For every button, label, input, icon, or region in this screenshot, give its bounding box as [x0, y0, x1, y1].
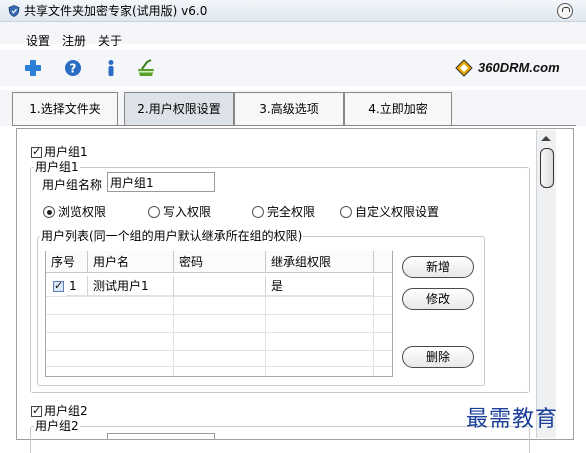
tab-select-folder[interactable]: 1.选择文件夹 [12, 92, 118, 126]
group-name-label: 用户组名称 [42, 178, 103, 192]
group2-box [30, 426, 530, 453]
table-row-divider [46, 296, 392, 297]
column-header-inherit[interactable]: 继承组权限 [266, 251, 374, 273]
watermark-text: 最需教育 [466, 407, 559, 432]
radio-browse-permission[interactable] [43, 206, 55, 218]
table-col-divider [173, 296, 174, 376]
window-title: 共享文件夹加密专家(试用版) v6.0 [24, 4, 208, 18]
radio-write-label: 写入权限 [163, 205, 212, 219]
table-col-divider [265, 296, 266, 376]
help-icon[interactable]: ? [64, 59, 82, 77]
add-icon[interactable] [24, 59, 42, 77]
tab-advanced-options[interactable]: 3.高级选项 [234, 92, 344, 126]
table-col-divider [373, 296, 374, 376]
column-header-no[interactable]: 序号 [46, 251, 88, 273]
user-list-legend: 用户列表(同一个组的用户默认继承所在组的权限) [40, 229, 304, 243]
group2-checkbox-label: 用户组2 [44, 404, 88, 418]
svg-text:?: ? [70, 62, 77, 76]
window-control-button[interactable] [557, 3, 573, 19]
radio-write-permission[interactable] [148, 206, 160, 218]
radio-browse-label: 浏览权限 [58, 205, 107, 219]
edit-user-button[interactable]: 修改 [402, 288, 474, 310]
group2-name-input[interactable] [107, 433, 215, 439]
table-cell-password [174, 276, 266, 296]
menu-item-about[interactable]: 关于 [98, 34, 122, 48]
table-cell-no: 1 [66, 276, 88, 296]
group1-checkbox[interactable] [31, 145, 42, 158]
info-icon[interactable] [102, 59, 120, 77]
tab-divider [12, 125, 576, 126]
group1-checkbox-label: 用户组1 [44, 145, 88, 159]
menu-bar [0, 22, 586, 44]
radio-custom-permission[interactable] [340, 206, 352, 218]
table-row-divider [46, 332, 392, 333]
scroll-up-icon[interactable] [541, 136, 551, 141]
scroll-thumb[interactable] [540, 148, 554, 188]
brand-logo: 360DRM.com [478, 60, 560, 75]
cleanup-icon[interactable] [137, 59, 155, 77]
row-checkbox[interactable] [53, 279, 64, 292]
column-header-username[interactable]: 用户名 [88, 251, 174, 273]
menu-item-register[interactable]: 注册 [62, 34, 86, 48]
radio-full-label: 完全权限 [267, 205, 316, 219]
tab-encrypt-now[interactable]: 4.立即加密 [344, 92, 452, 126]
menu-item-settings[interactable]: 设置 [26, 34, 50, 48]
column-header-filler [374, 251, 392, 273]
group-name-input[interactable] [107, 172, 215, 192]
group2-legend: 用户组2 [34, 419, 80, 433]
delete-user-button[interactable]: 删除 [402, 346, 474, 368]
brand-logo-icon [455, 59, 473, 77]
radio-full-permission[interactable] [252, 206, 264, 218]
group1-legend: 用户组1 [34, 160, 80, 174]
table-cell-inherit: 是 [266, 276, 374, 296]
table-row-divider [46, 350, 392, 351]
tab-user-permissions[interactable]: 2.用户权限设置 [124, 92, 234, 126]
app-shield-icon [8, 5, 20, 17]
group2-checkbox[interactable] [31, 404, 42, 417]
column-header-password[interactable]: 密码 [174, 251, 266, 273]
table-row-divider [46, 366, 392, 367]
table-row-divider [46, 314, 392, 315]
table-cell-username: 测试用户1 [88, 276, 174, 296]
radio-custom-label: 自定义权限设置 [355, 205, 440, 219]
add-user-button[interactable]: 新增 [402, 256, 474, 278]
